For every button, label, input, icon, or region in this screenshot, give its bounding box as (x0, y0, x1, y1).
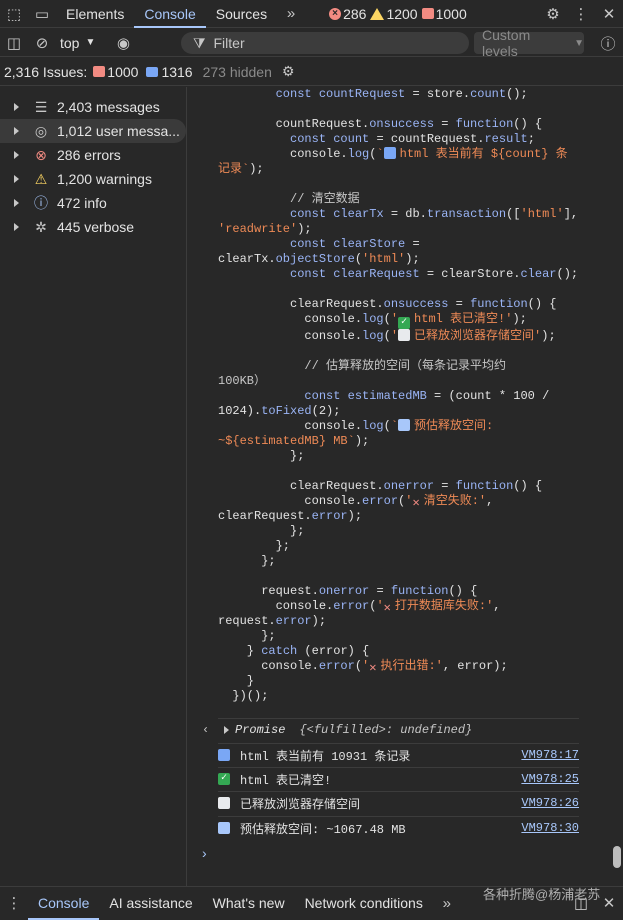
log-source-link[interactable]: VM978:30 (521, 821, 579, 835)
issues-settings-gear-icon[interactable]: ⚙ (282, 63, 295, 80)
console-scrollbar[interactable] (613, 846, 621, 868)
warning-icon (370, 7, 385, 20)
result-arrow-icon: ‹ (202, 723, 210, 737)
warning-count: 1200 (386, 5, 418, 22)
expand-arrow-icon[interactable] (224, 726, 229, 734)
clear-console-icon[interactable]: ⊘ (28, 29, 56, 57)
log-row: ✓ html 表已清空! VM978:25 (218, 767, 579, 790)
filter-icon: ⧩ (193, 34, 206, 51)
sidebar-item-user-messages[interactable]: ◎ 1,012 user messa... (0, 119, 186, 143)
filter-placeholder: Filter (213, 35, 245, 51)
expand-arrow-icon[interactable] (14, 223, 19, 231)
context-selector[interactable]: top ▼ (60, 35, 95, 51)
sidebar-item-label: 1,012 user messa... (57, 123, 180, 139)
issues-label: 2,316 Issues: (4, 63, 88, 80)
status-badges[interactable]: × 286 1200 1000 (329, 6, 471, 22)
more-drawer-tabs-icon[interactable]: » (433, 889, 461, 917)
log-levels-dropdown[interactable]: Custom levels ▼ (474, 27, 584, 59)
drawer-tab-ai-assistance[interactable]: AI assistance (99, 887, 202, 920)
sidebar-item-messages[interactable]: ☰ 2,403 messages (0, 95, 186, 119)
expand-arrow-icon[interactable] (14, 199, 19, 207)
expand-arrow-icon[interactable] (14, 175, 19, 183)
info-icon[interactable]: ⓘ (594, 29, 622, 57)
bug-icon: ✲ (35, 218, 47, 235)
sidebar-item-label: 286 errors (57, 147, 121, 163)
device-toolbar-icon[interactable]: ▭ (28, 0, 56, 28)
settings-gear-icon[interactable]: ⚙ (539, 0, 567, 28)
sidebar-item-label: 472 info (57, 195, 107, 211)
expand-arrow-icon[interactable] (14, 103, 19, 111)
tab-console[interactable]: Console (134, 0, 207, 28)
sidebar-item-verbose[interactable]: ✲ 445 verbose (0, 215, 186, 239)
drawer-menu-icon[interactable]: ⋮ (0, 889, 28, 917)
error-icon: × (329, 7, 342, 20)
filter-input[interactable]: ⧩ Filter (181, 32, 469, 54)
promise-result-row[interactable]: ‹ Promise {<fulfilled>: undefined} (202, 718, 579, 741)
drawer-tab-console[interactable]: Console (28, 887, 100, 920)
sidebar-item-warnings[interactable]: ⚠ 1,200 warnings (0, 167, 186, 191)
dropdown-arrow-icon: ▼ (85, 37, 96, 48)
issue-icon (421, 8, 434, 19)
log-text: html 表已清空! (240, 773, 332, 788)
console-prompt-icon[interactable]: › (202, 845, 207, 861)
issue-count: 1000 (435, 5, 467, 22)
issues-bar[interactable]: 2,316 Issues: 1000 1316 273 hidden ⚙ (0, 58, 623, 86)
log-source-link[interactable]: VM978:17 (521, 748, 579, 762)
code-echo: const countRequest = store.count(); coun… (218, 87, 579, 703)
disk-icon (218, 797, 230, 809)
expand-arrow-icon[interactable] (14, 127, 19, 135)
expand-arrow-icon[interactable] (14, 151, 19, 159)
log-row: 预估释放空间: ~1067.48 MB VM978:30 (218, 816, 579, 839)
log-text: 预估释放空间: ~1067.48 MB (240, 822, 406, 837)
chart-down-icon (218, 822, 230, 834)
issues-errors: 1000 (107, 63, 139, 80)
drawer-tab-whats-new[interactable]: What's new (203, 887, 295, 920)
levels-label: Custom levels (482, 27, 531, 59)
log-source-link[interactable]: VM978:25 (521, 772, 579, 786)
sidebar-item-info[interactable]: ⓘ 472 info (0, 191, 186, 215)
more-options-icon[interactable]: ⋮ (567, 0, 595, 28)
tab-elements[interactable]: Elements (56, 0, 134, 28)
warning-icon: ⚠ (34, 170, 48, 187)
issue-info-icon (146, 66, 159, 77)
log-source-link[interactable]: VM978:26 (521, 796, 579, 810)
list-icon: ☰ (34, 98, 48, 115)
promise-label: Promise (235, 723, 286, 737)
sidebar-item-errors[interactable]: ⊗ 286 errors (0, 143, 186, 167)
issues-info: 1316 (161, 63, 193, 80)
issue-error-icon (93, 66, 106, 77)
issues-hidden: 273 hidden (202, 63, 272, 80)
watermark: 各种折腾@杨浦老苏 (483, 887, 601, 902)
sidebar-item-label: 445 verbose (57, 219, 135, 235)
dropdown-arrow-icon: ▼ (574, 37, 584, 49)
drawer-tab-network-conditions[interactable]: Network conditions (295, 887, 433, 920)
console-sidebar: ☰ 2,403 messages ◎ 1,012 user messa... ⊗ 28… (0, 87, 187, 886)
devtools-main-toolbar: ⬚ ▭ Elements Console Sources » × 286 1200… (0, 0, 623, 28)
log-text: html 表当前有 10931 条记录 (240, 749, 411, 764)
log-row: html 表当前有 10931 条记录 VM978:17 (218, 743, 579, 766)
inspect-element-icon[interactable]: ⬚ (0, 0, 28, 28)
sidebar-item-label: 1,200 warnings (57, 171, 152, 187)
live-expression-eye-icon[interactable]: ◉ (109, 29, 137, 57)
close-icon[interactable]: ✕ (595, 0, 623, 28)
log-text: 已释放浏览器存储空间 (240, 797, 361, 812)
sidebar-item-label: 2,403 messages (57, 99, 160, 115)
user-icon: ◎ (34, 122, 48, 139)
tab-sources[interactable]: Sources (206, 0, 277, 28)
chart-icon (218, 749, 230, 761)
info-icon: ⓘ (34, 195, 48, 211)
context-label: top (60, 34, 80, 51)
console-messages: const countRequest = store.count(); coun… (188, 87, 623, 886)
error-icon: ⊗ (35, 146, 47, 163)
sidebar-toggle-icon[interactable]: ◫ (0, 29, 28, 57)
log-row: 已释放浏览器存储空间 VM978:26 (218, 791, 579, 814)
error-count: 286 (343, 5, 367, 22)
more-tabs-icon[interactable]: » (277, 0, 305, 28)
check-icon: ✓ (218, 773, 230, 785)
promise-state: {<fulfilled>: undefined} (299, 723, 473, 737)
